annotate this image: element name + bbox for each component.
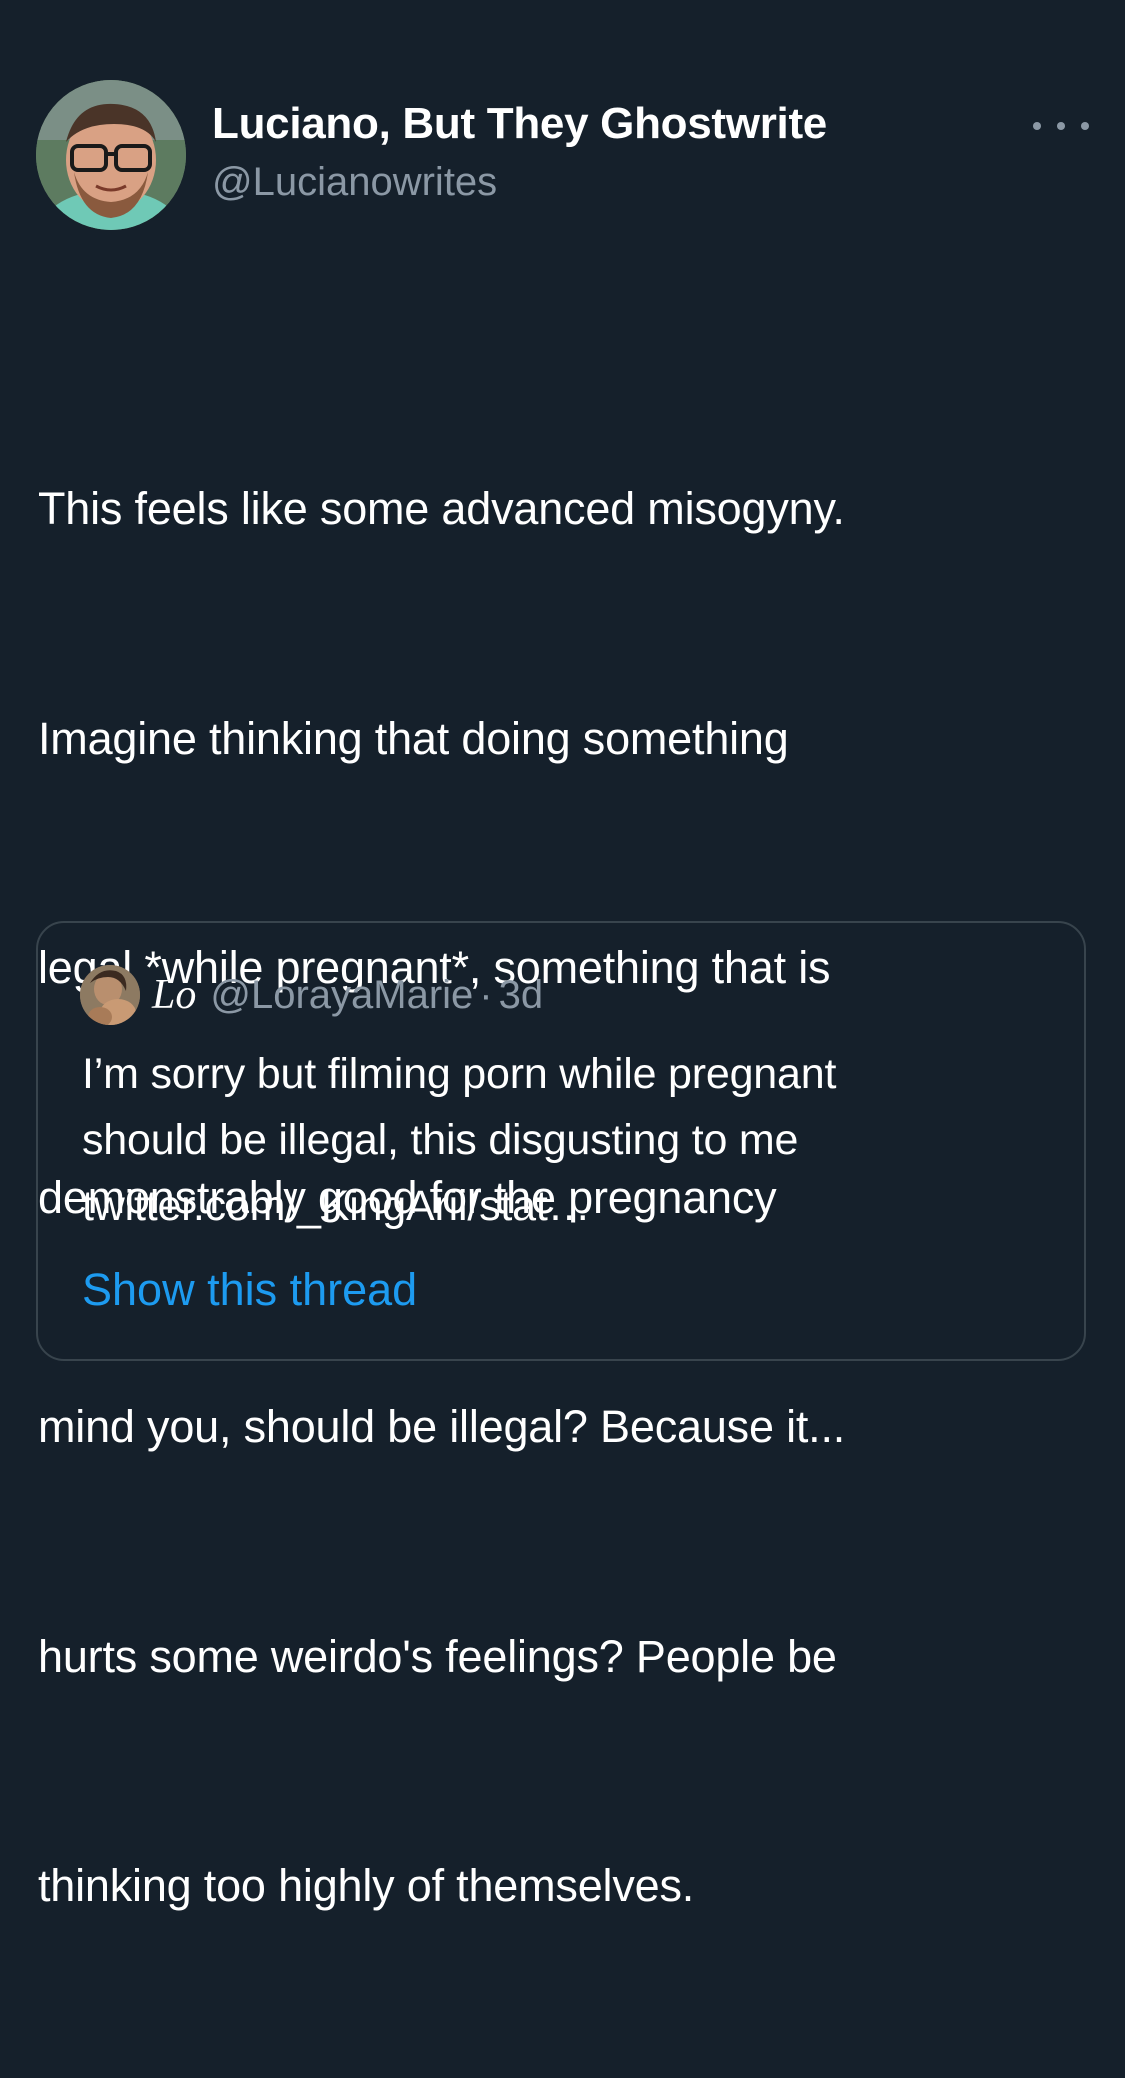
quote-timestamp[interactable]: 3d bbox=[499, 973, 544, 1018]
more-dot bbox=[1057, 122, 1065, 130]
quote-separator: · bbox=[479, 972, 493, 1017]
more-dot bbox=[1033, 122, 1041, 130]
show-thread-link[interactable]: Show this thread bbox=[82, 1259, 417, 1321]
quote-author-avatar[interactable] bbox=[80, 965, 140, 1025]
quote-header: Lo @LorayaMarie · 3d bbox=[80, 965, 543, 1025]
quote-avatar-image bbox=[80, 965, 140, 1025]
tweet-text-line: This feels like some advanced misogyny. bbox=[38, 483, 845, 534]
tweet: Luciano, But They Ghostwrite @Lucianowri… bbox=[0, 0, 1125, 1911]
author-avatar-image bbox=[36, 80, 186, 230]
quote-author-name[interactable]: Lo bbox=[152, 971, 196, 1019]
author-avatar[interactable] bbox=[36, 80, 186, 230]
quote-text-line: should be illegal, this disgusting to me bbox=[82, 1116, 799, 1164]
tweet-text-line: thinking too highly of themselves. bbox=[38, 1860, 695, 1911]
more-dot bbox=[1081, 122, 1089, 130]
tweet-text-line: hurts some weirdo's feelings? People be bbox=[38, 1630, 837, 1682]
quote-text-line: I’m sorry but filming porn while pregnan… bbox=[82, 1050, 837, 1098]
quote-link[interactable]: twitter.com/_KingArii/stat… bbox=[82, 1173, 1042, 1239]
author-info[interactable]: Luciano, But They Ghostwrite @Lucianowri… bbox=[212, 98, 827, 206]
author-handle[interactable]: @Lucianowrites bbox=[212, 158, 827, 206]
more-horizontal-icon[interactable] bbox=[1033, 112, 1089, 140]
quote-text: I’m sorry but filming porn while pregnan… bbox=[82, 1041, 1042, 1239]
tweet-text-line: mind you, should be illegal? Because it.… bbox=[38, 1401, 846, 1452]
quote-author-handle[interactable]: @LorayaMarie bbox=[210, 973, 473, 1018]
quote-tweet-card[interactable]: Lo @LorayaMarie · 3d I’m sorry but filmi… bbox=[36, 921, 1086, 1361]
author-display-name[interactable]: Luciano, But They Ghostwrite bbox=[212, 98, 827, 150]
tweet-text-line: Imagine thinking that doing something bbox=[38, 712, 789, 764]
